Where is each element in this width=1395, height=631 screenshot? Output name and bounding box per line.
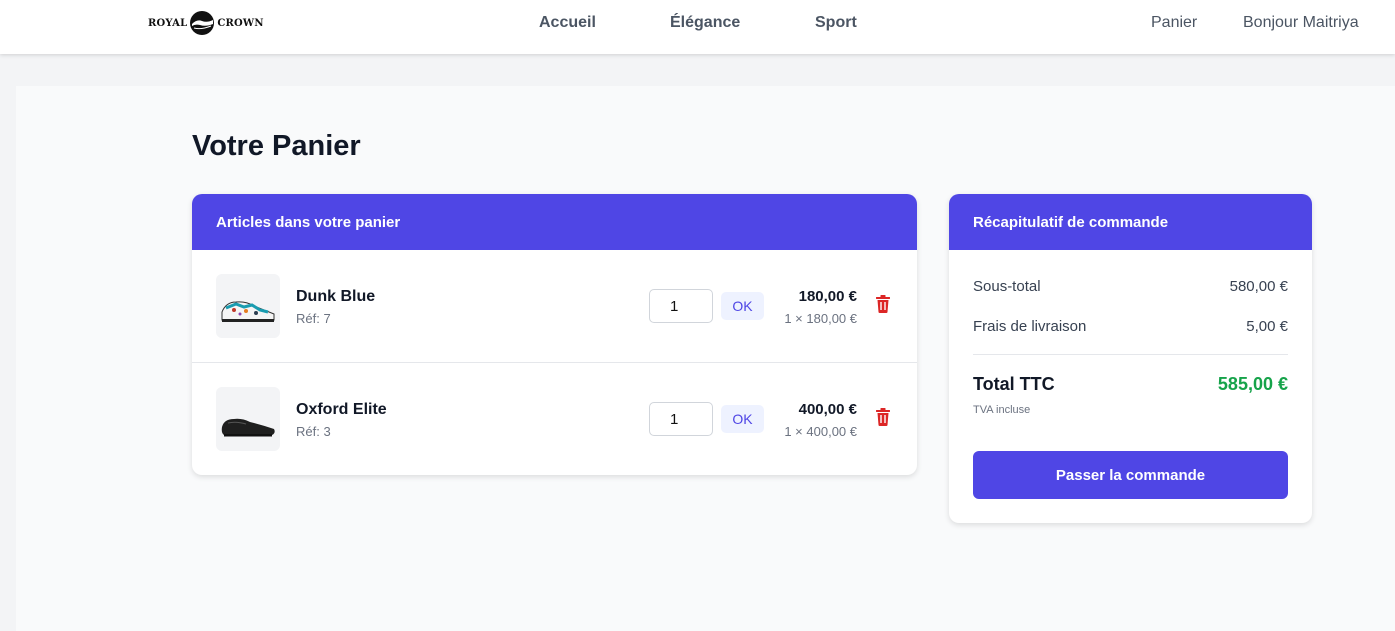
order-summary-card: Récapitulatif de commande Sous-total 580… xyxy=(949,194,1312,523)
cart-item: Oxford Elite Réf: 3 OK 400,00 € 1 × 400,… xyxy=(192,362,917,474)
main-content: Votre Panier Articles dans votre panier … xyxy=(16,86,1395,631)
cart-items-card: Articles dans votre panier Dunk Blue Réf… xyxy=(192,194,917,475)
trash-icon[interactable] xyxy=(875,295,891,313)
checkout-button[interactable]: Passer la commande xyxy=(973,451,1288,499)
summary-divider xyxy=(973,354,1288,355)
nav-accueil[interactable]: Accueil xyxy=(539,14,596,32)
line-total: 400,00 € xyxy=(798,401,857,418)
subtotal-value: 580,00 € xyxy=(1229,278,1288,295)
cart-items-header: Articles dans votre panier xyxy=(192,194,917,250)
update-quantity-button[interactable]: OK xyxy=(721,405,764,433)
product-thumbnail[interactable] xyxy=(216,274,280,338)
nav-cart[interactable]: Panier xyxy=(1151,14,1197,32)
product-ref: Réf: 3 xyxy=(296,424,331,439)
nav-sport[interactable]: Sport xyxy=(815,14,857,32)
top-navbar: ROYAL CROWN Accueil Élégance Sport Panie… xyxy=(0,0,1395,54)
shipping-row: Frais de livraison 5,00 € xyxy=(973,318,1288,335)
brand-logo[interactable]: ROYAL CROWN xyxy=(148,10,264,36)
nav-elegance[interactable]: Élégance xyxy=(670,14,740,32)
brand-left: ROYAL xyxy=(148,17,188,29)
page-title: Votre Panier xyxy=(192,130,361,162)
quantity-input[interactable] xyxy=(649,402,713,436)
total-label: Total TTC xyxy=(973,374,1055,394)
tva-note: TVA incluse xyxy=(973,404,1031,416)
unit-price-detail: 1 × 180,00 € xyxy=(784,311,857,326)
quantity-input[interactable] xyxy=(649,289,713,323)
order-summary-header: Récapitulatif de commande xyxy=(949,194,1312,250)
dress-shoe-image xyxy=(221,418,275,437)
total-value: 585,00 € xyxy=(1217,374,1288,394)
shipping-value: 5,00 € xyxy=(1246,318,1288,335)
product-ref: Réf: 7 xyxy=(296,311,331,326)
shipping-label: Frais de livraison xyxy=(973,318,1087,335)
line-total: 180,00 € xyxy=(798,288,857,305)
subtotal-label: Sous-total xyxy=(973,278,1041,295)
update-quantity-button[interactable]: OK xyxy=(721,292,764,320)
product-name[interactable]: Oxford Elite xyxy=(296,401,387,419)
sneaker-image xyxy=(221,301,275,322)
trash-icon[interactable] xyxy=(875,408,891,426)
cart-item: Dunk Blue Réf: 7 OK 180,00 € 1 × 180,00 … xyxy=(192,250,917,362)
product-thumbnail[interactable] xyxy=(216,387,280,451)
product-name[interactable]: Dunk Blue xyxy=(296,288,375,306)
user-greeting[interactable]: Bonjour Maitriya xyxy=(1243,14,1359,32)
subtotal-row: Sous-total 580,00 € xyxy=(973,278,1288,295)
brand-right: CROWN xyxy=(217,17,264,29)
unit-price-detail: 1 × 400,00 € xyxy=(784,424,857,439)
shoe-logo-icon xyxy=(190,11,215,35)
